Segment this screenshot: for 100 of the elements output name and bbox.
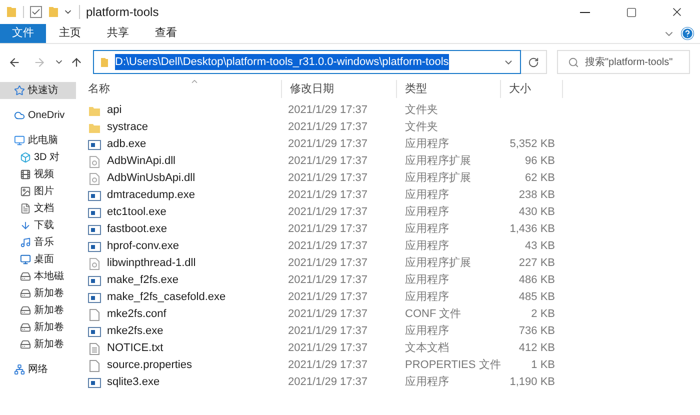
folder-icon: [100, 56, 109, 68]
file-type: 应用程序扩展: [404, 154, 472, 170]
modified-date: 2021/1/29 17:37: [287, 341, 369, 356]
file-name[interactable]: mke2fs.exe: [107, 323, 164, 340]
modified-date: 2021/1/29 17:37: [287, 171, 369, 186]
file-type: 应用程序: [404, 324, 450, 340]
back-icon[interactable]: [8, 56, 21, 68]
file-size: 412 KB: [518, 341, 556, 356]
file-type: 应用程序: [404, 272, 450, 288]
column-header[interactable]: 大小: [501, 80, 563, 98]
search-input[interactable]: 搜索"platform-tools": [585, 54, 689, 70]
sidebar-item[interactable]: 此电脑: [0, 132, 76, 149]
application-icon: [88, 224, 101, 236]
sidebar-item[interactable]: 文档: [0, 200, 76, 217]
text-file-icon: [88, 342, 101, 354]
file-type: 文件夹: [404, 120, 439, 136]
file-name[interactable]: sqlite3.exe: [107, 374, 160, 391]
file-name[interactable]: adb.exe: [107, 136, 146, 153]
file-size: 430 KB: [518, 205, 556, 220]
file-size: 485 KB: [518, 290, 556, 306]
file-name[interactable]: api: [107, 102, 122, 119]
file-type: 应用程序: [404, 222, 450, 238]
file-type: 应用程序: [404, 204, 450, 220]
sidebar-item[interactable]: 下载: [0, 217, 76, 234]
file-name[interactable]: make_f2fs.exe: [107, 272, 179, 289]
sidebar-item[interactable]: 桌面: [0, 251, 76, 268]
modified-date: 2021/1/29 17:37: [287, 188, 369, 204]
file-size: 1,436 KB: [508, 222, 556, 238]
address-field[interactable]: D:\Users\Dell\Desktop\platform-tools_r31.0.0-windows\platform-tools: [93, 50, 521, 74]
maximize-icon: [626, 6, 636, 18]
file-name[interactable]: systrace: [107, 119, 148, 136]
music-icon: [20, 237, 31, 248]
help-icon[interactable]: [681, 27, 694, 40]
file-name[interactable]: NOTICE.txt: [107, 340, 164, 357]
up-icon[interactable]: [70, 56, 83, 68]
address-text: D:\Users\Dell\Desktop\platform-tools_r31.0.0-windows\platform-tools: [115, 54, 449, 70]
file-name[interactable]: mke2fs.conf: [107, 306, 166, 323]
search-icon: [568, 56, 579, 68]
checkbox-icon[interactable]: [30, 6, 42, 18]
drive-icon: [20, 305, 31, 316]
file-type: PROPERTIES 文件: [404, 358, 501, 374]
search-field[interactable]: 搜索"platform-tools": [557, 50, 690, 74]
column-header[interactable]: 名称: [76, 80, 282, 98]
sidebar-item[interactable]: 网络: [0, 361, 76, 378]
column-header[interactable]: 修改日期: [282, 80, 397, 98]
refresh-icon: [528, 56, 539, 68]
file-name[interactable]: fastboot.exe: [107, 221, 167, 238]
modified-date: 2021/1/29 17:37: [287, 358, 369, 374]
sidebar-item[interactable]: 新加卷: [0, 285, 76, 302]
modified-date: 2021/1/29 17:37: [287, 239, 369, 254]
file-name[interactable]: dmtracedump.exe: [107, 187, 196, 204]
file-type: 应用程序扩展: [404, 170, 472, 186]
sidebar-item[interactable]: 3D 对: [0, 149, 76, 166]
sidebar-item[interactable]: 快速访: [0, 82, 76, 99]
sidebar-item[interactable]: 视频: [0, 166, 76, 183]
modified-date: 2021/1/29 17:37: [287, 256, 369, 272]
file-name[interactable]: AdbWinApi.dll: [107, 153, 176, 170]
file-size: 96 KB: [524, 154, 556, 170]
column-header[interactable]: 类型: [397, 80, 501, 98]
sidebar-item[interactable]: OneDriv: [0, 107, 76, 124]
ribbon-tab[interactable]: 文件: [0, 24, 46, 43]
application-icon: [88, 292, 101, 304]
ribbon-tab[interactable]: 查看: [142, 24, 190, 43]
sidebar-item[interactable]: 新加卷: [0, 319, 76, 336]
cloud-icon: [14, 110, 25, 121]
modified-date: 2021/1/29 17:37: [287, 205, 369, 220]
folder-icon: [88, 122, 101, 134]
file-name[interactable]: libwinpthread-1.dll: [107, 255, 196, 272]
file-name[interactable]: hprof-conv.exe: [107, 238, 179, 255]
file-name[interactable]: etc1tool.exe: [107, 204, 166, 221]
drive-icon: [20, 339, 31, 350]
modified-date: 2021/1/29 17:37: [287, 103, 369, 118]
file-name[interactable]: make_f2fs_casefold.exe: [107, 289, 226, 306]
file-name[interactable]: source.properties: [107, 357, 192, 374]
modified-date: 2021/1/29 17:37: [287, 375, 369, 390]
refresh-button[interactable]: [521, 50, 547, 74]
application-icon: [88, 326, 101, 338]
ribbon-tab[interactable]: 主页: [46, 24, 94, 43]
network-icon: [14, 364, 25, 375]
modified-date: 2021/1/29 17:37: [287, 324, 369, 340]
computer-icon: [14, 135, 25, 146]
ribbon-tab[interactable]: 共享: [94, 24, 142, 43]
sidebar-item[interactable]: 新加卷: [0, 336, 76, 353]
file-size: 227 KB: [518, 256, 556, 272]
file-type: 应用程序: [404, 238, 450, 254]
sidebar-item[interactable]: 图片: [0, 183, 76, 200]
file-name[interactable]: AdbWinUsbApi.dll: [107, 170, 196, 187]
file-type: CONF 文件: [404, 306, 462, 322]
application-icon: [88, 206, 101, 218]
sidebar-item[interactable]: 本地磁: [0, 268, 76, 285]
sidebar-item[interactable]: 音乐: [0, 234, 76, 251]
download-icon: [20, 220, 31, 231]
modified-date: 2021/1/29 17:37: [287, 154, 369, 170]
star-icon: [14, 85, 25, 96]
file-size: 62 KB: [524, 171, 556, 186]
sidebar-item[interactable]: 新加卷: [0, 302, 76, 319]
gear-file-icon: [88, 258, 101, 270]
file-size: 238 KB: [518, 188, 556, 204]
film-icon: [20, 169, 31, 180]
file-icon: [88, 308, 101, 320]
